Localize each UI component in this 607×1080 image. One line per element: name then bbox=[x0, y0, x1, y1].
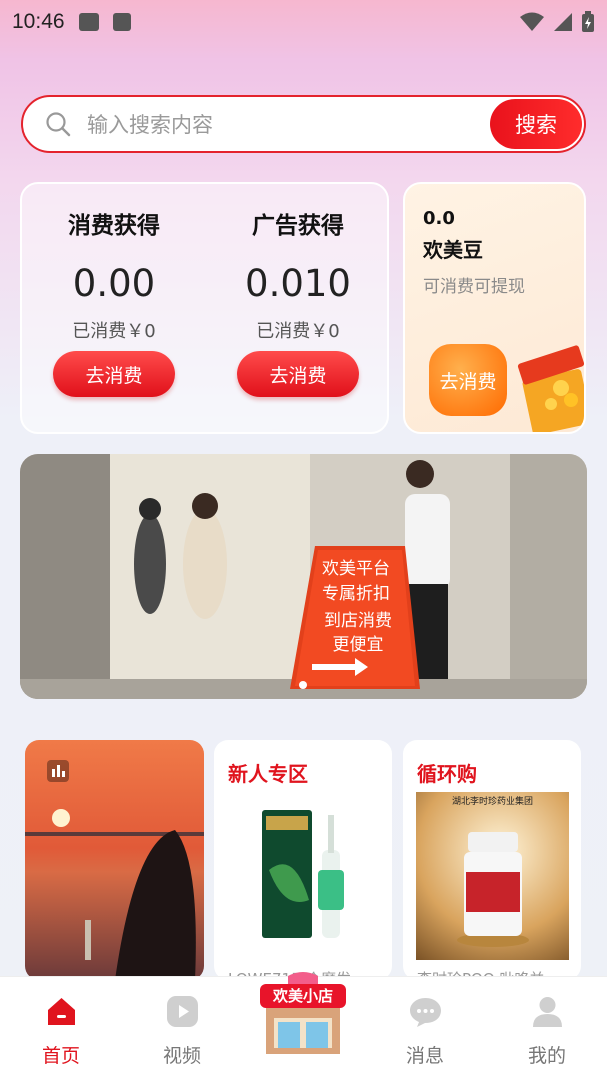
tab-video[interactable]: 视频 bbox=[142, 977, 222, 1080]
sign-line-3: 到店消费 bbox=[324, 611, 392, 631]
ad-earnings-label: 广告获得 bbox=[252, 213, 344, 239]
consume-go-button[interactable]: 去消费 bbox=[53, 351, 175, 397]
user-icon bbox=[533, 997, 562, 1027]
gift-box-icon bbox=[517, 345, 584, 432]
sign-line-4: 更便宜 bbox=[333, 635, 384, 655]
product-brand: 湖北李时珍药业集团 bbox=[451, 797, 533, 807]
tab-home-label: 首页 bbox=[41, 1045, 80, 1067]
ad-earnings: 广告获得 0.010 已消费￥0 去消费 bbox=[206, 184, 390, 432]
gallery-icon bbox=[78, 13, 99, 31]
ad-earnings-value: 0.010 bbox=[245, 262, 351, 305]
store-scene-image: 欢美平台 专属折扣 到店消费 更便宜 bbox=[20, 454, 587, 699]
newcomer-title: 新人专区 bbox=[228, 762, 308, 786]
text-notification-icon bbox=[112, 13, 131, 31]
store-shop-icon[interactable]: 欢美小店 bbox=[258, 968, 348, 1058]
newcomer-tile[interactable]: 新人专区 LOWE71三个魔发 bbox=[214, 740, 392, 980]
signal-icon bbox=[554, 13, 572, 31]
shop-label: 欢美小店 bbox=[272, 987, 333, 1005]
consume-spent: 已消费￥0 bbox=[72, 321, 156, 342]
search-button[interactable]: 搜索 bbox=[490, 99, 582, 149]
search-input[interactable]: 输入搜索内容 bbox=[87, 109, 213, 139]
consume-earnings: 消费获得 0.00 已消费￥0 去消费 bbox=[22, 184, 206, 432]
sign-line-1: 欢美平台 bbox=[322, 559, 390, 579]
search-bar[interactable]: 输入搜索内容 搜索 bbox=[21, 95, 586, 153]
product-image-bottle bbox=[457, 832, 529, 947]
tab-mine-label: 我的 bbox=[527, 1045, 566, 1067]
home-icon bbox=[48, 998, 75, 1025]
message-icon bbox=[410, 998, 441, 1027]
sign-line-2: 专属折扣 bbox=[322, 584, 390, 604]
tab-messages[interactable]: 消息 bbox=[385, 977, 465, 1080]
consume-earnings-label: 消费获得 bbox=[68, 213, 160, 239]
status-bar: 10:46 bbox=[0, 0, 607, 44]
cycle-buy-title: 循环购 bbox=[417, 762, 477, 786]
bottom-tab-bar: 首页 视频 欢美小店 消息 我的 bbox=[0, 972, 607, 1080]
beans-value: 0.0 bbox=[423, 208, 455, 229]
video-tile[interactable] bbox=[25, 740, 204, 980]
tab-video-label: 视频 bbox=[162, 1045, 201, 1067]
tab-mine[interactable]: 我的 bbox=[507, 977, 587, 1080]
promo-banner[interactable]: 欢美平台 专属折扣 到店消费 更便宜 bbox=[20, 454, 587, 699]
wifi-icon bbox=[520, 12, 544, 31]
video-play-icon bbox=[167, 996, 198, 1027]
product-image-hair bbox=[262, 810, 344, 938]
beans-go-button[interactable]: 去消费 bbox=[429, 344, 507, 416]
tab-home[interactable]: 首页 bbox=[21, 977, 101, 1080]
beans-name: 欢美豆 bbox=[423, 238, 483, 262]
carousel-dot-active[interactable] bbox=[299, 681, 307, 689]
battery-icon bbox=[582, 11, 594, 32]
ad-go-button[interactable]: 去消费 bbox=[237, 351, 359, 397]
cycle-buy-tile[interactable]: 循环购 湖北李时珍药业集团 李时珍PQQ 吡咯并 bbox=[403, 740, 581, 980]
beans-desc: 可消费可提现 bbox=[423, 277, 525, 297]
beans-card[interactable]: 0.0 欢美豆 可消费可提现 去消费 bbox=[403, 182, 586, 434]
earnings-card: 消费获得 0.00 已消费￥0 去消费 广告获得 0.010 已消费￥0 去消费 bbox=[20, 182, 389, 434]
search-icon bbox=[46, 112, 71, 137]
ad-spent: 已消费￥0 bbox=[256, 321, 340, 342]
tab-messages-label: 消息 bbox=[405, 1045, 444, 1067]
status-time: 10:46 bbox=[12, 10, 65, 33]
stats-icon bbox=[47, 760, 69, 782]
consume-earnings-value: 0.00 bbox=[72, 262, 156, 305]
